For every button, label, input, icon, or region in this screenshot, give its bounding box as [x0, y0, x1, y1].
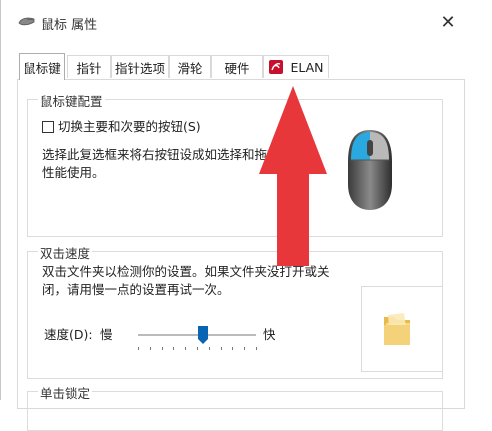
tab-hardware[interactable]: 硬件 [211, 55, 263, 78]
switch-buttons-checkbox[interactable] [42, 121, 54, 133]
slider-tick [232, 347, 234, 350]
slider-tick [185, 347, 187, 350]
mouse-illustration-icon [348, 130, 392, 210]
elan-touchpad-icon [269, 60, 284, 74]
slider-tick [220, 347, 222, 350]
button-config-description-line2: 性能使用。 [42, 165, 105, 180]
group-title: 双击速度 [38, 243, 93, 262]
double-click-description-line2: 闭，请用慢一点的设置再试一次。 [42, 282, 230, 297]
red-up-arrow-annotation [259, 86, 327, 266]
speed-label: 速度(D): [44, 327, 93, 342]
double-click-test-area[interactable] [361, 286, 443, 372]
tab-wheel[interactable]: 滑轮 [169, 55, 211, 78]
window-title: 鼠标 属性 [41, 18, 98, 33]
click-lock-group: 单击锁定 [27, 383, 443, 431]
tab-label: 指针选项 [114, 60, 165, 76]
title-bar: 鼠标 属性 ✕ [1, 0, 492, 42]
slider-tick [256, 347, 257, 350]
slider-tick [208, 347, 210, 350]
close-button[interactable]: ✕ [433, 8, 463, 36]
group-title: 单击锁定 [38, 383, 93, 402]
group-title: 鼠标键配置 [38, 91, 105, 110]
tab-pointer-options[interactable]: 指针选项 [111, 55, 169, 78]
slider-tick [161, 347, 163, 350]
button-config-description-line1: 选择此复选框来将右按钮设成如选择和拖放 [42, 147, 280, 162]
tab-buttons[interactable]: 鼠标键 [19, 53, 65, 80]
close-icon: ✕ [440, 11, 456, 33]
folder-icon[interactable] [382, 311, 412, 347]
slider-tick [138, 347, 139, 350]
speed-slider-thumb[interactable] [197, 326, 208, 344]
tab-elan[interactable]: ELAN [263, 55, 329, 78]
tab-pointers[interactable]: 指针 [67, 55, 111, 78]
mouse-app-icon [18, 17, 35, 26]
tab-label: 滑轮 [177, 60, 203, 76]
slider-tick [149, 347, 151, 350]
tab-label: 硬件 [224, 60, 250, 76]
tab-label: 指针 [76, 60, 102, 76]
tab-label: ELAN [290, 59, 324, 75]
slider-tick [244, 347, 246, 350]
mouse-properties-window: 鼠标 属性 ✕ 鼠标键 指针 指针选项 滑轮 硬件 ELAN 鼠标键配置 切换主… [0, 0, 492, 431]
slow-label: 慢 [100, 327, 113, 342]
switch-buttons-label: 切换主要和次要的按钮(S) [58, 119, 201, 134]
fast-label: 快 [263, 327, 276, 342]
tab-label: 鼠标键 [23, 60, 61, 76]
slider-tick [173, 347, 175, 350]
slider-tick [197, 347, 198, 350]
